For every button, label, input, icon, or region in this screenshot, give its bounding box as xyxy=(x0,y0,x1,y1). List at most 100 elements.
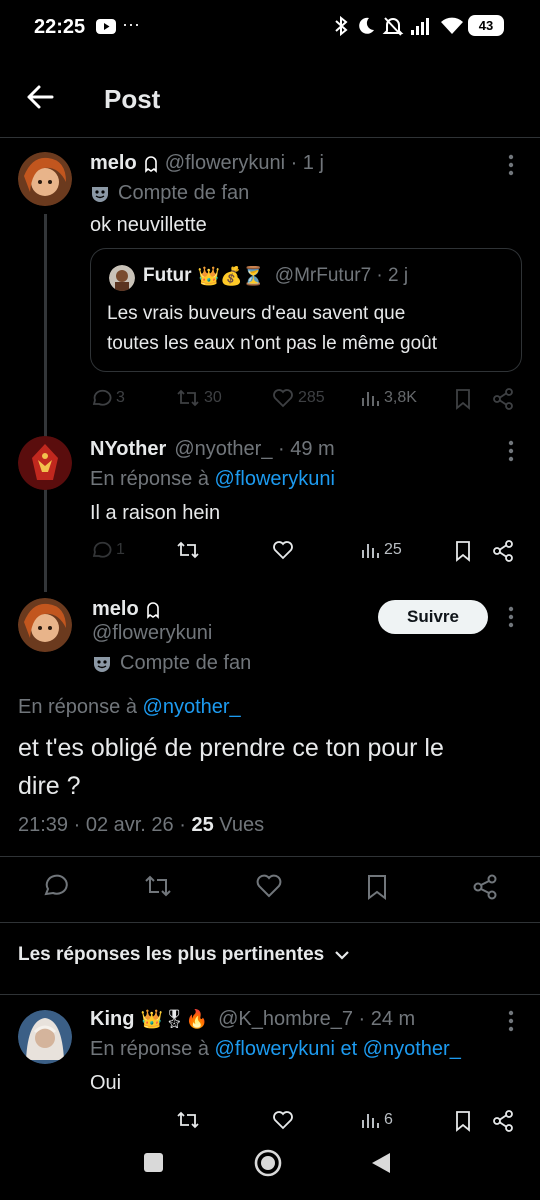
main-post-actions xyxy=(0,874,540,902)
bookmark-icon[interactable] xyxy=(366,874,388,900)
author-name[interactable]: melo xyxy=(92,598,139,621)
reply-actions: 1 25 xyxy=(90,540,522,562)
reply-post-king[interactable]: King 👑🎖🔥 @K_hombre_7 · 24 m En réponse à… xyxy=(0,996,540,1138)
avatar[interactable] xyxy=(18,1010,72,1064)
back-button[interactable] xyxy=(370,1151,392,1175)
post-text-line-1: et t'es obligé de prendre ce ton pour le xyxy=(18,734,444,762)
in-reply-prefix: En réponse à xyxy=(90,1038,209,1060)
ghost-badge-icon xyxy=(143,155,159,173)
in-reply-to: En réponse à @nyother_ xyxy=(18,696,241,719)
parent-post-actions: 3 30 285 3,8K xyxy=(90,388,522,410)
repost-icon[interactable] xyxy=(144,874,172,898)
share-icon[interactable] xyxy=(492,388,514,410)
post-metadata: 21:39 · 02 avr. 26 · 25 Vues xyxy=(18,814,264,837)
reply-icon xyxy=(92,389,112,406)
share-icon[interactable] xyxy=(492,540,514,562)
author-name[interactable]: NYother xyxy=(90,438,166,461)
more-options-icon[interactable] xyxy=(508,154,514,176)
reply-post-nyother[interactable]: NYother @nyother_ · 49 m En réponse à @f… xyxy=(0,426,540,576)
views-button[interactable]: 6 xyxy=(360,1110,393,1130)
reply-icon xyxy=(92,541,112,558)
back-arrow-icon[interactable] xyxy=(26,84,54,110)
status-bar: 22:25 ··· 43 xyxy=(0,0,540,56)
author-handle[interactable]: @flowerykuni xyxy=(92,622,212,645)
repost-button[interactable]: 30 xyxy=(176,388,222,408)
home-button[interactable] xyxy=(254,1149,282,1177)
divider xyxy=(0,994,540,995)
like-count: 285 xyxy=(298,389,325,406)
more-options-icon[interactable] xyxy=(508,440,514,462)
quoted-text-line-1: Les vrais buveurs d'eau savent que xyxy=(107,303,406,324)
views-button[interactable]: 3,8K xyxy=(360,388,417,408)
system-navigation-bar xyxy=(0,1138,540,1200)
analytics-icon xyxy=(362,544,379,558)
recent-apps-button[interactable] xyxy=(144,1153,163,1172)
post-text: ok neuvillette xyxy=(90,214,207,236)
avatar[interactable] xyxy=(18,598,72,652)
reply-mention-link[interactable]: @flowerykuni xyxy=(215,468,335,490)
silent-bell-icon xyxy=(382,15,404,37)
more-options-icon[interactable] xyxy=(508,606,514,628)
post-text-line-2: dire ? xyxy=(18,772,81,800)
heart-icon[interactable] xyxy=(272,540,294,560)
parent-post[interactable]: melo @flowerykuni · 1 j Compte de fan ok… xyxy=(0,140,540,420)
reply-icon[interactable] xyxy=(42,874,68,898)
page-title: Post xyxy=(104,84,161,114)
bookmark-icon[interactable] xyxy=(454,1110,472,1132)
reply-actions: 6 xyxy=(90,1110,522,1132)
author-name[interactable]: King xyxy=(90,1008,134,1031)
post-text: Oui xyxy=(90,1072,122,1094)
heart-icon[interactable] xyxy=(256,874,282,898)
quoted-author-handle: @MrFutur7 · 2 j xyxy=(274,265,409,286)
author-name[interactable]: melo xyxy=(90,152,137,175)
author-emojis: 👑🎖🔥 xyxy=(140,1009,209,1029)
view-count: 3,8K xyxy=(384,389,417,406)
share-icon[interactable] xyxy=(492,1110,514,1132)
reply-button[interactable]: 1 xyxy=(90,540,125,560)
fan-account-label: Compte de fan xyxy=(90,182,249,205)
post-text: Il a raison hein xyxy=(90,502,221,524)
in-reply-prefix: En réponse à xyxy=(18,696,137,718)
reply-mention-link[interactable]: @flowerykuni et @nyother_ xyxy=(215,1038,461,1060)
bookmark-icon[interactable] xyxy=(454,388,472,410)
fan-account-label: Compte de fan xyxy=(92,652,251,675)
post-timestamp: 21:39 · 02 avr. 26 · xyxy=(18,814,186,836)
avatar[interactable] xyxy=(18,152,72,206)
view-count: 25 xyxy=(384,541,402,558)
bookmark-icon[interactable] xyxy=(454,540,472,562)
chevron-down-icon xyxy=(335,951,349,960)
battery-level: 43 xyxy=(478,18,494,33)
replies-sort-selector[interactable]: Les réponses les plus pertinentes xyxy=(18,944,350,966)
views-button[interactable]: 25 xyxy=(360,540,402,560)
quoted-author-emojis: 👑💰⏳ xyxy=(197,265,265,286)
like-button[interactable]: 285 xyxy=(272,388,325,408)
author-handle[interactable]: @nyother_ · 49 m xyxy=(174,438,334,461)
author-handle[interactable]: @flowerykuni · 1 j xyxy=(165,152,324,175)
cell-signal-icon xyxy=(410,16,432,36)
view-count: 25 xyxy=(191,814,214,836)
author-handle[interactable]: @K_hombre_7 · 24 m xyxy=(218,1008,415,1031)
do-not-disturb-moon-icon xyxy=(356,16,376,36)
divider xyxy=(0,856,540,857)
in-reply-prefix: En réponse à xyxy=(90,468,209,490)
analytics-icon xyxy=(362,392,379,406)
heart-icon[interactable] xyxy=(272,1110,294,1130)
in-reply-to: En réponse à @flowerykuni et @nyother_ xyxy=(90,1038,461,1061)
repost-icon xyxy=(177,389,199,407)
quoted-post[interactable]: Futur 👑💰⏳ @MrFutur7 · 2 j Les vrais buve… xyxy=(90,248,522,372)
repost-count: 30 xyxy=(204,389,222,406)
repost-icon[interactable] xyxy=(176,1110,200,1130)
repost-icon[interactable] xyxy=(176,540,200,560)
share-icon[interactable] xyxy=(472,874,498,900)
more-notifications-indicator: ··· xyxy=(122,14,140,34)
more-options-icon[interactable] xyxy=(508,1010,514,1032)
follow-button[interactable]: Suivre xyxy=(378,600,488,634)
avatar[interactable] xyxy=(18,436,72,490)
reply-mention-link[interactable]: @nyother_ xyxy=(143,696,241,718)
reply-count: 1 xyxy=(116,541,125,558)
reply-button[interactable]: 3 xyxy=(90,388,125,408)
top-app-bar: Post xyxy=(0,56,540,138)
fan-account-text: Compte de fan xyxy=(118,182,250,204)
quoted-avatar xyxy=(109,265,135,291)
view-count: 6 xyxy=(384,1111,393,1128)
